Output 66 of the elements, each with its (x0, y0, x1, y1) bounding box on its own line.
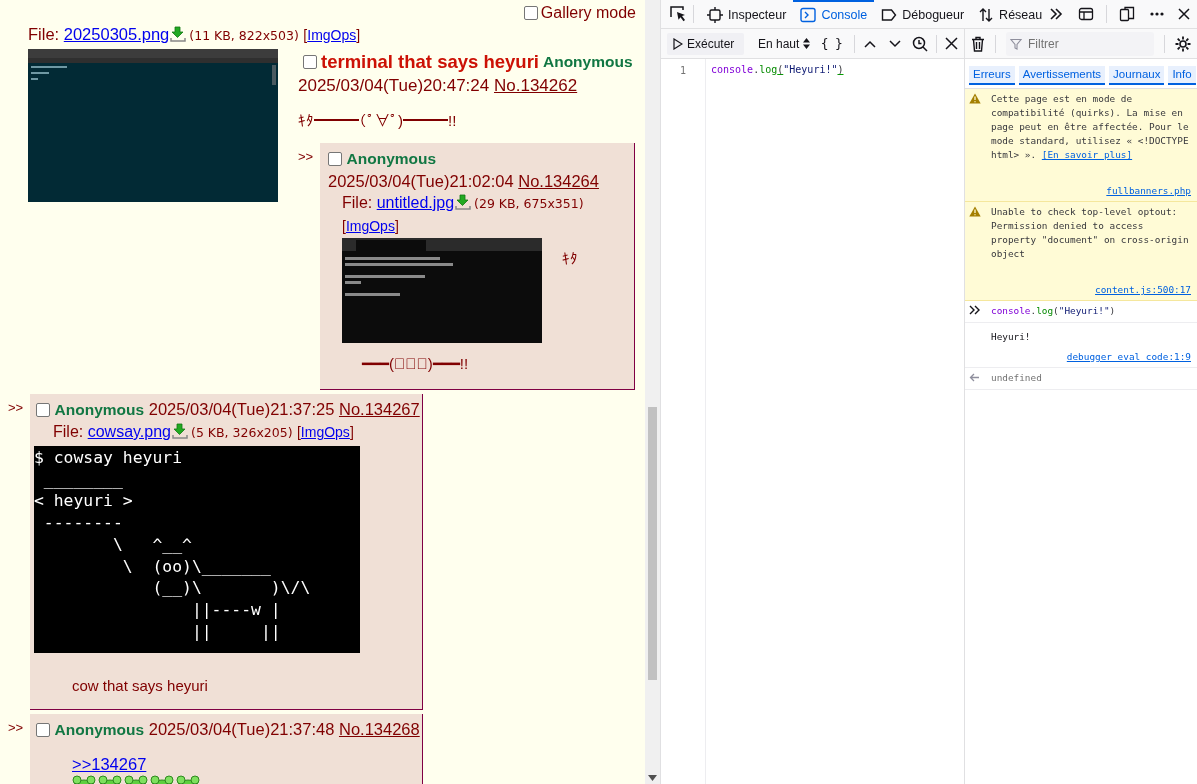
post-text: ｷﾀ━━━(ﾟ∀ﾟ)━━━!! (298, 112, 458, 129)
log-level-filter[interactable]: Erreurs (969, 66, 1015, 85)
code-line: console.log("Heyuri!") (710, 63, 844, 77)
reply-marker: >> (8, 399, 25, 415)
devtools-tab[interactable]: Débogueur (874, 0, 972, 29)
devtools-tab[interactable]: Réseau (971, 0, 1050, 29)
source-location-link[interactable]: fullbanners.php (991, 184, 1191, 198)
line-number: 1 (679, 65, 687, 76)
imgops-link[interactable]: [ImgOps] (303, 27, 361, 43)
file-info: (5 KB, 326x205) (191, 425, 293, 440)
quote-link[interactable]: >>134267 (72, 755, 147, 773)
post-date: 2025/03/04(Tue)20:47:24 (298, 76, 490, 95)
log-level-filter[interactable]: Avertissements (1018, 66, 1106, 85)
post-date: 2025/03/04(Tue)21:37:25 (148, 400, 335, 418)
filter-field[interactable]: Filtrer (1006, 31, 1154, 56)
terminal-line: -------- (42, 512, 124, 535)
poster-name: Anonymous (543, 53, 633, 71)
terminal-line: < heyuri > (34, 490, 134, 513)
result-value: undefined (991, 371, 1043, 385)
post-date: 2025/03/04(Tue)21:37:48 (148, 720, 335, 738)
source-location-link[interactable]: content.js:500:17 (991, 283, 1191, 297)
log-level-filter[interactable]: Info (1168, 66, 1196, 85)
terminal-line: ________ (42, 468, 124, 491)
file-label: File: (28, 25, 60, 43)
source-location-link[interactable]: debugger eval code:1:9 (991, 350, 1191, 364)
post-date: 2025/03/04(Tue)21:02:04 (328, 172, 514, 190)
post-number-link[interactable]: No.134262 (494, 76, 578, 95)
post-text: ｷﾀ (562, 249, 578, 269)
post-number-link[interactable]: No.134267 (338, 400, 420, 418)
reply-marker: >> (8, 719, 25, 735)
poster-name: Anonymous (54, 401, 145, 418)
post-number-link[interactable]: No.134268 (338, 720, 420, 738)
terminal-line: $ cowsay heyuri (34, 447, 184, 469)
poster-name: Anonymous (54, 721, 145, 738)
terminal-line: (__)\ )\/\ (151, 577, 312, 600)
file-info: (29 KB, 675x351) (474, 196, 584, 211)
post-number-link[interactable]: No.134264 (518, 172, 599, 190)
run-button[interactable]: Exécuter (667, 32, 745, 55)
filter-input[interactable]: Filtrer (1026, 32, 1116, 55)
warning-message: Cette page est en mode de compatibilité (quirks). La mise en page peut en être affectée. Pour le mode standard, utilisez « <!DOCTYPE html> ». [En savoir plus] (991, 92, 1190, 162)
terminal-line: ||----w | (190, 598, 282, 621)
gallery-mode-label: Gallery mode (540, 4, 636, 22)
poster-name: Anonymous (346, 150, 437, 167)
code-line: console.log("Heyuri!") (991, 304, 1117, 318)
imgops-link[interactable]: [ImgOps] (342, 218, 399, 234)
reply-marker: >> (298, 148, 315, 164)
file-label: File: (53, 423, 84, 440)
file-link[interactable]: cowsay.png (87, 423, 171, 440)
file-link[interactable]: untitled.jpg (376, 194, 455, 211)
learn-more-link[interactable]: [En savoir plus] (1041, 149, 1133, 160)
file-label: File: (342, 194, 373, 211)
imgops-link[interactable]: [ImgOps] (296, 424, 354, 440)
terminal-line: \ (oo)\_______ (121, 555, 272, 578)
post-text: ━━━(ﾟ∀ﾟ)━━━!! (362, 354, 470, 374)
devtools-tab[interactable]: Inspecteur (700, 0, 794, 29)
warning-message: Unable to check top-level optout: Permission denied to access property "document" on cross-origin object (991, 205, 1190, 261)
terminal-line: || || (190, 620, 282, 643)
console-output: Heyuri! (991, 330, 1032, 344)
file-link[interactable]: 20250305.png (63, 25, 170, 43)
pretty-print-button[interactable]: { } (818, 36, 847, 51)
log-level-filter[interactable]: Journaux (1109, 66, 1165, 85)
terminal-line: \ ^__^ (111, 533, 193, 556)
context-select[interactable]: En haut (754, 36, 815, 51)
file-info: (11 KB, 822x503) (189, 28, 299, 43)
post-text: cow that says heyuri (72, 676, 209, 696)
post-subject: terminal that says heyuri (321, 51, 539, 73)
